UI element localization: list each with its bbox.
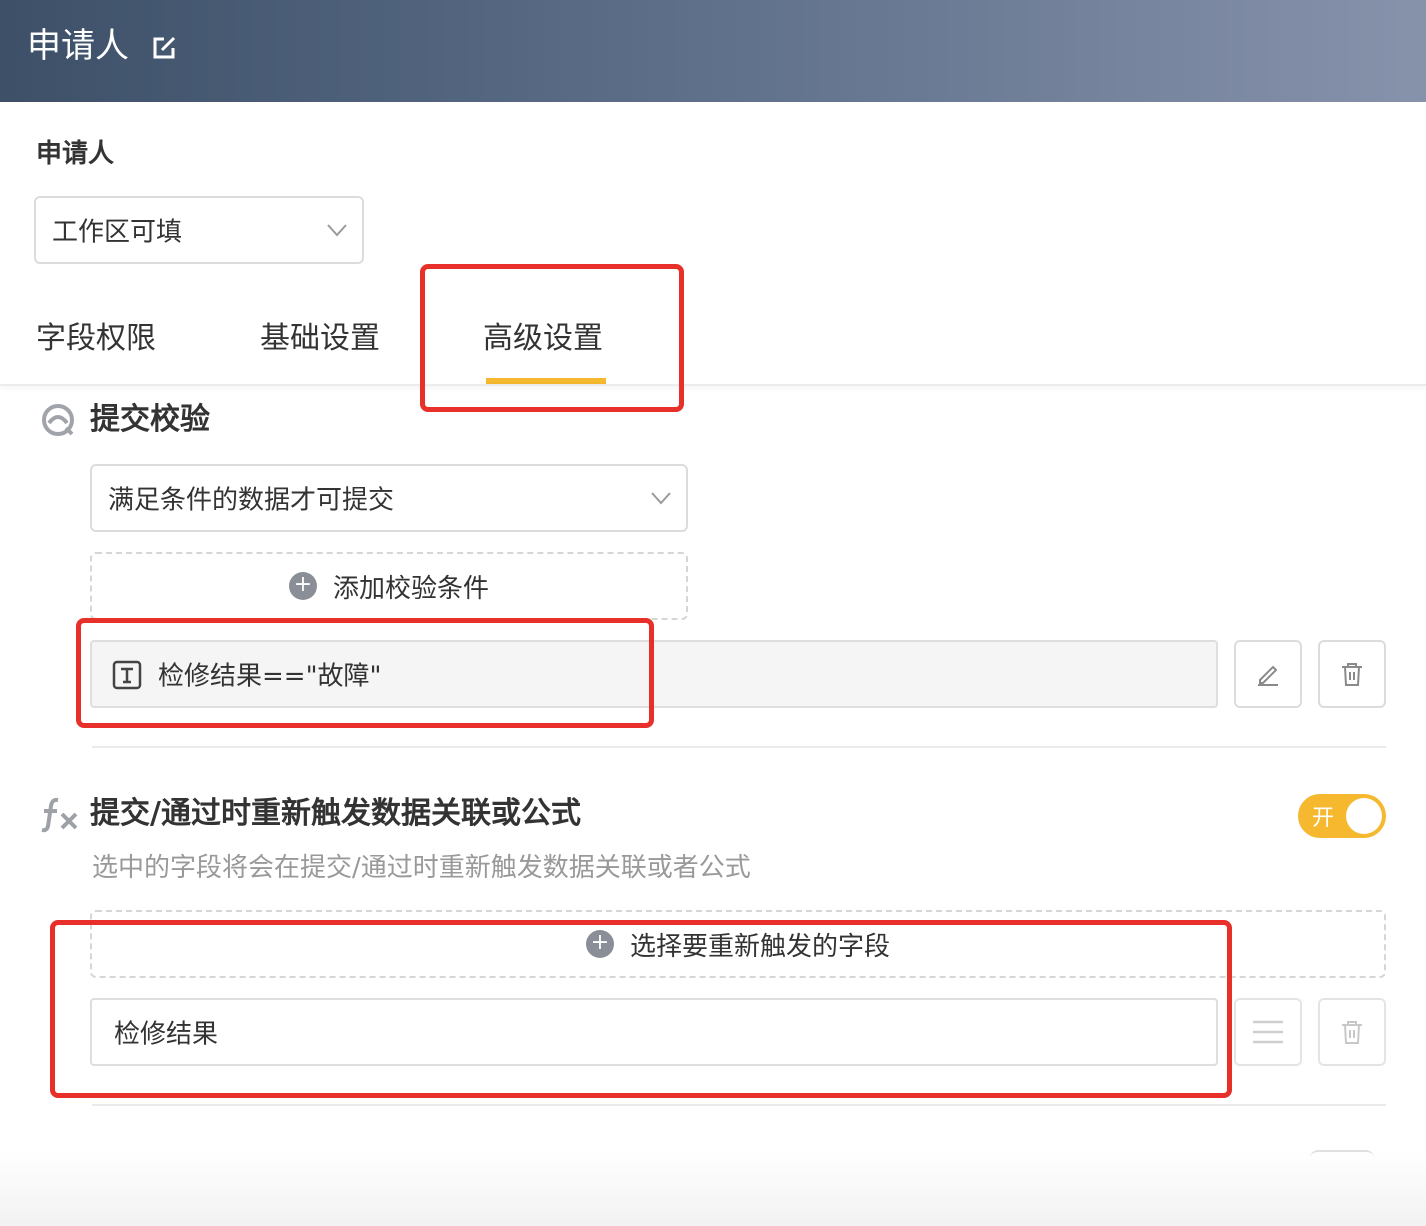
header-bar: 申请人	[0, 0, 1426, 102]
trash-icon	[1342, 663, 1362, 686]
tab-field-permissions[interactable]: 字段权限	[36, 318, 156, 360]
select-retrigger-field-button[interactable]: + 选择要重新触发的字段	[90, 910, 1386, 978]
add-condition-button[interactable]: + 添加校验条件	[90, 552, 688, 620]
delete-field-button[interactable]	[1318, 998, 1386, 1066]
validation-rule-value: 满足条件的数据才可提交	[108, 485, 395, 516]
chevron-down-icon	[327, 224, 347, 237]
text-field-icon	[112, 660, 142, 690]
retrigger-toggle[interactable]: 开	[1298, 794, 1386, 838]
delete-condition-button[interactable]	[1318, 640, 1386, 708]
toggle-on-label: 开	[1312, 806, 1335, 831]
condition-text: 检修结果=="故障"	[158, 661, 382, 692]
retrigger-field-name: 检修结果	[114, 1019, 219, 1050]
edit-condition-button[interactable]	[1234, 640, 1302, 708]
section-title-retrigger: 提交/通过时重新触发数据关联或公式	[90, 796, 581, 831]
pencil-icon	[1258, 665, 1278, 686]
drag-handle-icon	[1253, 1020, 1283, 1044]
tab-advanced-settings[interactable]: 高级设置	[483, 318, 603, 360]
bottom-fade	[0, 1150, 1426, 1226]
add-condition-label: 添加校验条件	[332, 573, 489, 604]
condition-row[interactable]: 检修结果=="故障"	[90, 640, 1218, 708]
section-title-validation: 提交校验	[90, 402, 210, 437]
header-title: 申请人	[27, 26, 129, 66]
edit-icon[interactable]	[150, 34, 178, 62]
select-field-label: 选择要重新触发的字段	[629, 931, 890, 962]
drag-handle-button[interactable]	[1234, 998, 1302, 1066]
plus-circle-icon: +	[585, 930, 614, 958]
validation-icon	[42, 404, 74, 436]
permission-select[interactable]: 工作区可填	[34, 196, 364, 264]
retrigger-field-row[interactable]: 检修结果	[90, 998, 1218, 1066]
tabs-divider	[0, 384, 1426, 386]
section-divider	[92, 746, 1386, 748]
field-label: 申请人	[36, 139, 115, 169]
plus-circle-icon: +	[288, 572, 317, 600]
toggle-knob	[1346, 798, 1382, 834]
fx-icon	[41, 797, 78, 833]
tab-basic-settings[interactable]: 基础设置	[260, 318, 380, 360]
chevron-down-icon	[651, 492, 671, 505]
validation-rule-select[interactable]: 满足条件的数据才可提交	[90, 464, 688, 532]
section-divider	[92, 1104, 1386, 1106]
retrigger-description: 选中的字段将会在提交/通过时重新触发数据关联或者公式	[92, 853, 751, 883]
permission-select-value: 工作区可填	[52, 217, 183, 248]
trash-icon	[1342, 1021, 1362, 1044]
